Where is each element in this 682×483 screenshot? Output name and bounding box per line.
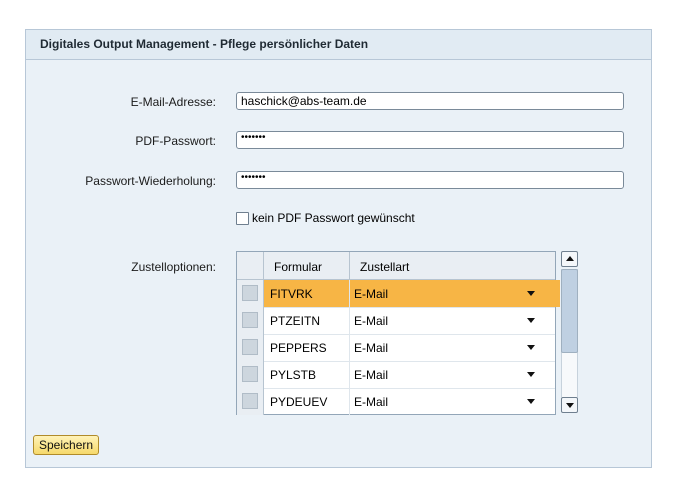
email-field[interactable] bbox=[236, 92, 624, 110]
zustellart-value: E-Mail bbox=[354, 287, 389, 301]
table-row[interactable]: FITVRK E-Mail bbox=[237, 280, 560, 308]
formular-cell: PYDEUEV bbox=[264, 388, 350, 415]
select-all-header[interactable] bbox=[237, 252, 264, 279]
arrow-down-icon bbox=[566, 403, 574, 408]
formular-cell: PTZEITN bbox=[264, 307, 350, 334]
column-header-formular[interactable]: Formular bbox=[264, 252, 350, 279]
table-row[interactable]: PTZEITN E-Mail bbox=[237, 307, 555, 335]
row-selector[interactable] bbox=[237, 388, 264, 415]
no-password-checkbox-label: kein PDF Passwort gewünscht bbox=[252, 211, 415, 225]
table-scrollbar[interactable] bbox=[560, 251, 580, 415]
password-repeat-field[interactable]: ••••••• bbox=[236, 171, 624, 189]
dropdown-caret-icon[interactable] bbox=[527, 399, 535, 404]
zustellart-dropdown[interactable]: E-Mail bbox=[350, 334, 560, 361]
formular-cell: PEPPERS bbox=[264, 334, 350, 361]
row-selector[interactable] bbox=[237, 307, 264, 334]
scroll-up-button[interactable] bbox=[561, 251, 578, 267]
zustellart-value: E-Mail bbox=[354, 314, 389, 328]
table-row[interactable]: PYDEUEV E-Mail bbox=[237, 388, 555, 415]
email-label: E-Mail-Adresse: bbox=[130, 95, 216, 109]
zustellart-value: E-Mail bbox=[354, 341, 389, 355]
zustellart-dropdown[interactable]: E-Mail bbox=[350, 280, 560, 307]
dropdown-caret-icon[interactable] bbox=[527, 318, 535, 323]
zustellart-value: E-Mail bbox=[354, 395, 389, 409]
row-selector[interactable] bbox=[237, 280, 264, 307]
row-selector[interactable] bbox=[237, 361, 264, 388]
row-selector[interactable] bbox=[237, 334, 264, 361]
password-repeat-label: Passwort-Wiederholung: bbox=[85, 174, 216, 188]
zustellart-dropdown[interactable]: E-Mail bbox=[350, 361, 560, 388]
dropdown-caret-icon[interactable] bbox=[527, 291, 535, 296]
zustellart-value: E-Mail bbox=[354, 368, 389, 382]
formular-cell: FITVRK bbox=[264, 280, 350, 307]
zustellart-dropdown[interactable]: E-Mail bbox=[350, 388, 560, 415]
dropdown-caret-icon[interactable] bbox=[527, 372, 535, 377]
save-button[interactable]: Speichern bbox=[33, 435, 100, 455]
pdf-password-field[interactable]: ••••••• bbox=[236, 131, 624, 149]
delivery-options-table: Formular Zustellart FITVRK E-Mail PTZEIT… bbox=[236, 251, 560, 415]
panel-title: Digitales Output Management - Pflege per… bbox=[26, 30, 651, 60]
arrow-up-icon bbox=[566, 256, 574, 261]
formular-cell: PYLSTB bbox=[264, 361, 350, 388]
no-password-option: kein PDF Passwort gewünscht bbox=[236, 211, 415, 225]
delivery-options-label: Zustelloptionen: bbox=[131, 260, 216, 274]
no-password-checkbox[interactable] bbox=[236, 211, 249, 225]
table-header: Formular Zustellart bbox=[237, 252, 555, 280]
dropdown-caret-icon[interactable] bbox=[527, 345, 535, 350]
personal-data-panel: Digitales Output Management - Pflege per… bbox=[25, 29, 652, 468]
pdf-password-label: PDF-Passwort: bbox=[135, 134, 216, 148]
zustellart-dropdown[interactable]: E-Mail bbox=[350, 307, 560, 334]
table-row[interactable]: PEPPERS E-Mail bbox=[237, 334, 555, 362]
scroll-thumb[interactable] bbox=[561, 269, 578, 353]
table-row[interactable]: PYLSTB E-Mail bbox=[237, 361, 555, 389]
column-header-zustellart[interactable]: Zustellart bbox=[350, 252, 555, 279]
scroll-down-button[interactable] bbox=[561, 397, 578, 413]
